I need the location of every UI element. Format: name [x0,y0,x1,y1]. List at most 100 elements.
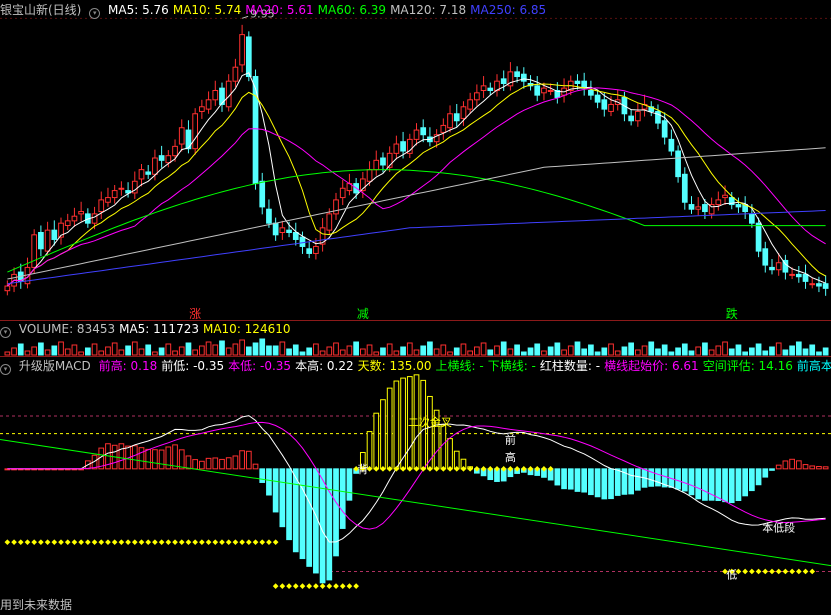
candle-body [380,157,386,166]
volume-bar [279,341,286,356]
macd-dot-marker [165,539,172,545]
volume-labels: VOLUME: 83453 MA5: 111723 MA10: 124610 [19,322,295,336]
macd-histogram-bar [561,468,567,490]
candle-body [71,215,78,222]
volume-bar [306,347,313,356]
volume-bar [259,338,266,356]
macd-dot-marker [11,539,17,545]
macd-histogram-bar [755,468,762,486]
volume-bar [24,350,31,356]
macd-annotation: 低 [726,568,737,581]
volume-label-0: VOLUME: 83453 [18,322,116,336]
candle-body [520,73,527,82]
volume-bar [326,346,333,356]
candle-body [628,115,634,122]
macd-histogram-bar [158,449,165,470]
candle-body [749,213,755,224]
candle-body [453,113,460,122]
future-data-note: 用到未来数据 [0,598,73,612]
ma-label-5: MA250: 6.85 [470,3,547,17]
volume-bar [286,348,292,356]
price-header: 银宝山新(日线) ▾ MA5: 5.76 MA10: 5.74 MA20: 5.61… [0,2,554,19]
volume-bar [266,345,272,356]
macd-histogram-bar [601,468,608,500]
macd-histogram-bar [634,468,641,491]
macd-histogram-bar [567,468,574,490]
macd-title: 升级版MACD [18,359,91,373]
volume-bar [775,342,782,356]
volume-bar [420,345,427,356]
stock-title: 银宝山新(日线) [0,3,82,17]
candle-body [393,143,400,154]
macd-label-3: 本高: 0.22 [295,359,354,373]
macd-dot-marker [17,539,24,545]
volume-bar [809,344,816,356]
candle-body [702,204,708,213]
macd-dot-marker [31,539,38,545]
candle-body [400,141,406,152]
volume-bar [400,346,406,356]
macd-dot-marker [58,539,64,545]
macd-dot-marker [775,568,782,575]
chart-canvas[interactable]: 9.95涨减跌二次金叉前高背本低段低 [0,0,831,615]
macd-label-0: 前高: 0.18 [98,359,158,373]
candle-body [4,285,11,292]
volume-bar [534,343,541,356]
macd-histogram-bar [266,468,272,496]
macd-histogram-bar [232,455,239,470]
macd-dot-marker [292,583,299,589]
settings-icon[interactable]: ▾ [89,8,101,19]
volume-bar [728,348,735,356]
macd-dot-marker [339,583,346,589]
macd-histogram-bar [695,468,702,500]
macd-histogram-bar [594,468,601,498]
volume-bar [467,350,474,356]
volume-settings-icon[interactable]: ▾ [0,327,11,338]
macd-dot-marker [71,539,78,545]
volume-bar [91,343,98,356]
macd-settings-icon[interactable]: ▾ [0,364,11,375]
signal-marker: 涨 [189,306,201,321]
macd-histogram-bar [447,438,453,470]
macd-histogram-bar [131,445,138,470]
candle-body [178,127,185,145]
candle-body [333,199,339,215]
volume-bar [782,349,789,356]
candle-body [668,138,675,152]
candle-body [111,190,118,199]
volume-bar [219,340,225,356]
macd-histogram-bar [393,380,400,470]
macd-histogram-bar [212,457,219,470]
macd-histogram-bar [655,468,661,487]
volume-bar [71,344,78,356]
volume-bar [755,343,762,356]
separator-price-volume [0,320,831,321]
macd-annotation: 前 [505,433,516,447]
volume-bar [487,349,494,356]
macd-histogram-bar [735,468,742,502]
candle-body [769,266,775,271]
macd-histogram-bar [440,424,447,470]
macd-dot-marker [306,583,313,589]
volume-bar [31,346,38,356]
macd-histogram-bar [769,468,775,471]
volume-bar [178,346,185,356]
candle-body [91,213,98,224]
macd-dot-marker [85,539,91,545]
macd-annotation: 背 [357,462,368,476]
candle-body [447,113,453,129]
volume-bar [749,347,755,356]
chart-window: 9.95 涨减跌二次金叉前高背本低段低 银宝山新(日线) ▾ MA5: 5.76 M… [0,0,831,615]
volume-bar [520,351,527,356]
macd-histogram-bar [782,460,789,470]
candle-body [722,194,728,199]
macd-histogram-bar [608,468,614,500]
volume-bar [111,342,118,356]
macd-label-8: 横线起始价: 6.61 [604,359,699,373]
ma-label-0: MA5: 5.76 [108,3,169,17]
candle-body [339,187,346,199]
volume-bar [668,351,675,356]
macd-histogram-bar [239,450,245,470]
volume-bar [245,346,252,356]
macd-histogram-bar [313,468,319,574]
